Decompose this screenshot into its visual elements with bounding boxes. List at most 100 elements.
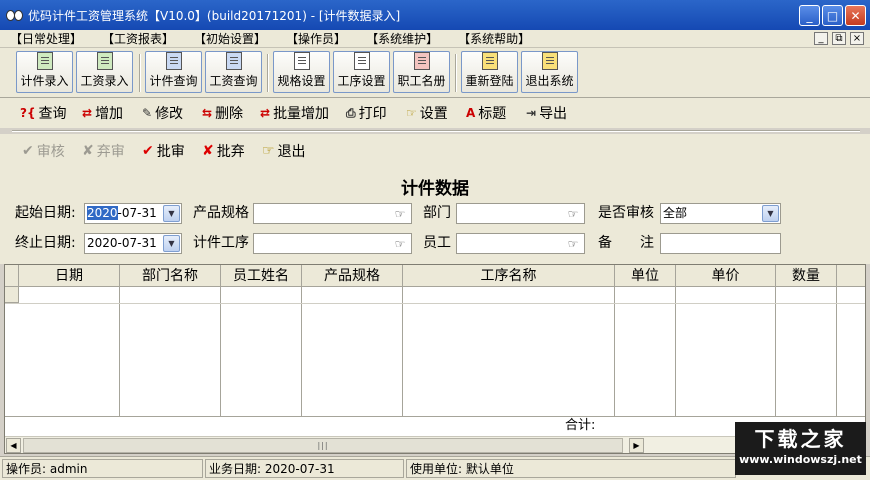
remark-label: 备 注 xyxy=(598,235,654,251)
query-icon: ?{ xyxy=(20,106,36,120)
maximize-button[interactable]: □ xyxy=(822,5,843,26)
title-bar: 优码计件工资管理系统【V10.0】(build20171201) - [计件数据… xyxy=(0,0,870,30)
add-button[interactable]: ⇄ 增加 xyxy=(82,104,123,122)
remark-field[interactable] xyxy=(660,233,781,254)
printer-icon: ⎙ xyxy=(346,105,356,120)
batch-add-label: 批量增加 xyxy=(273,106,330,122)
delete-button[interactable]: ⇆ 删除 xyxy=(202,104,243,122)
wage-entry-button[interactable]: 工资录入 xyxy=(76,51,133,93)
end-date-value: 2020-07-31 xyxy=(87,236,157,250)
close-button[interactable]: ✕ xyxy=(845,5,866,26)
pick-hand-icon[interactable]: ☞ xyxy=(563,236,583,251)
edit-button[interactable]: ✎ 修改 xyxy=(142,104,183,122)
piece-entry-label: 计件录入 xyxy=(20,74,69,88)
menu-initial-settings[interactable]: 【初始设置】 xyxy=(194,30,266,47)
total-label: 合计: xyxy=(565,418,596,433)
piece-query-icon xyxy=(165,52,182,70)
print-label: 打印 xyxy=(358,106,387,122)
column-header-department[interactable]: 部门名称 xyxy=(120,265,221,287)
query-label: 查询 xyxy=(38,106,67,122)
start-date-rest-text: -07-31 xyxy=(117,206,157,220)
watermark-url: www.windowszj.net xyxy=(739,453,862,466)
title-font-icon: A xyxy=(466,106,476,120)
batch-approve-label: 批审 xyxy=(156,144,185,160)
exit-system-button[interactable]: 退出系统 xyxy=(521,51,578,93)
column-header-product-spec[interactable]: 产品规格 xyxy=(302,265,403,287)
wage-query-button[interactable]: 工资查询 xyxy=(205,51,262,93)
mdi-restore-button[interactable]: ⧉ xyxy=(832,32,846,45)
menu-daily[interactable]: 【日常处理】 xyxy=(10,30,82,47)
scrollbar-thumb[interactable]: ||| xyxy=(23,438,623,453)
menu-wage-reports[interactable]: 【工资报表】 xyxy=(102,30,174,47)
window-controls: _ □ ✕ xyxy=(799,5,866,26)
product-spec-field[interactable] xyxy=(253,203,412,224)
exit-button[interactable]: ☞ 退出 xyxy=(262,142,306,160)
column-header-date[interactable]: 日期 xyxy=(19,265,120,287)
column-header-unit-price[interactable]: 单价 xyxy=(676,265,776,287)
scroll-right-icon[interactable]: ▶ xyxy=(629,438,644,453)
relogin-button[interactable]: 重新登陆 xyxy=(461,51,518,93)
export-button[interactable]: ⇥ 导出 xyxy=(526,104,567,122)
column-header-employee[interactable]: 员工姓名 xyxy=(221,265,302,287)
approve-button[interactable]: ✔ 审核 xyxy=(22,142,65,160)
watermark-main: 下载之家 xyxy=(754,427,847,451)
row-indicator[interactable] xyxy=(5,287,19,303)
exit-system-label: 退出系统 xyxy=(525,74,574,88)
minimize-button[interactable]: _ xyxy=(799,5,820,26)
export-icon: ⇥ xyxy=(526,106,537,120)
staff-roster-icon xyxy=(413,52,430,70)
table-row[interactable] xyxy=(5,287,865,304)
scroll-left-icon[interactable]: ◀ xyxy=(6,438,21,453)
spec-settings-icon xyxy=(293,52,310,70)
start-date-selected-text: 2020 xyxy=(87,206,118,220)
main-toolbar: 计件录入 工资录入 计件查询 工资查询 规格设置 工序设置 职工名册 重新登陆 … xyxy=(0,48,870,98)
menu-bar: 【日常处理】 【工资报表】 【初始设置】 【操作员】 【系统维护】 【系统帮助】 xyxy=(0,30,870,48)
settings-label: 设置 xyxy=(419,106,448,122)
title-label: 标题 xyxy=(478,106,507,122)
batch-add-button[interactable]: ⇄ 批量增加 xyxy=(260,104,329,122)
pick-hand-icon[interactable]: ☞ xyxy=(563,206,583,221)
status-operator: 操作员: admin xyxy=(2,459,203,478)
menu-system-help[interactable]: 【系统帮助】 xyxy=(458,30,530,47)
mdi-close-button[interactable]: × xyxy=(850,32,864,45)
menu-operator[interactable]: 【操作员】 xyxy=(286,30,346,47)
chevron-down-icon[interactable]: ▼ xyxy=(762,205,779,222)
abandon-label: 弃审 xyxy=(96,144,125,160)
piece-entry-icon xyxy=(36,52,53,70)
toolbar-separator xyxy=(455,54,457,92)
wage-query-icon xyxy=(225,52,242,70)
pick-hand-icon[interactable]: ☞ xyxy=(390,206,410,221)
audit-toolbar: ✔ 审核 ✘ 弃审 ✔ 批审 ✘ 批弃 ☞ 退出 xyxy=(0,134,870,168)
pick-hand-icon[interactable]: ☞ xyxy=(390,236,410,251)
query-button[interactable]: ?{ 查询 xyxy=(20,104,67,122)
function-toolbar: ?{ 查询 ⇄ 增加 ✎ 修改 ⇆ 删除 ⇄ 批量增加 ⎙ 打印 ☞ 设置 A … xyxy=(0,98,870,128)
delete-icon: ⇆ xyxy=(202,106,213,120)
settings-button[interactable]: ☞ 设置 xyxy=(406,104,448,122)
chevron-down-icon[interactable]: ▼ xyxy=(163,235,180,252)
menu-system-maintenance[interactable]: 【系统维护】 xyxy=(366,30,438,47)
piece-process-field[interactable] xyxy=(253,233,412,254)
column-header-quantity[interactable]: 数量 xyxy=(776,265,837,287)
column-header-process[interactable]: 工序名称 xyxy=(403,265,615,287)
approve-label: 审核 xyxy=(36,144,65,160)
audited-label: 是否审核 xyxy=(598,205,654,221)
chevron-down-icon[interactable]: ▼ xyxy=(163,205,180,222)
piece-query-button[interactable]: 计件查询 xyxy=(145,51,202,93)
mdi-minimize-button[interactable]: _ xyxy=(814,32,828,45)
piece-entry-button[interactable]: 计件录入 xyxy=(16,51,73,93)
batch-abandon-button[interactable]: ✘ 批弃 xyxy=(202,142,245,160)
process-settings-button[interactable]: 工序设置 xyxy=(333,51,390,93)
cross-icon: ✘ xyxy=(202,143,214,159)
title-button[interactable]: A 标题 xyxy=(466,104,506,122)
staff-roster-button[interactable]: 职工名册 xyxy=(393,51,450,93)
column-header-unit[interactable]: 单位 xyxy=(615,265,676,287)
delete-label: 删除 xyxy=(215,106,244,122)
abandon-button[interactable]: ✘ 弃审 xyxy=(82,142,125,160)
toolbar-divider xyxy=(12,130,860,132)
print-button[interactable]: ⎙ 打印 xyxy=(346,104,387,123)
spec-settings-button[interactable]: 规格设置 xyxy=(273,51,330,93)
spec-settings-label: 规格设置 xyxy=(277,74,326,88)
piece-process-label: 计件工序 xyxy=(193,235,249,251)
settings-icon: ☞ xyxy=(406,106,417,120)
batch-approve-button[interactable]: ✔ 批审 xyxy=(142,142,185,160)
